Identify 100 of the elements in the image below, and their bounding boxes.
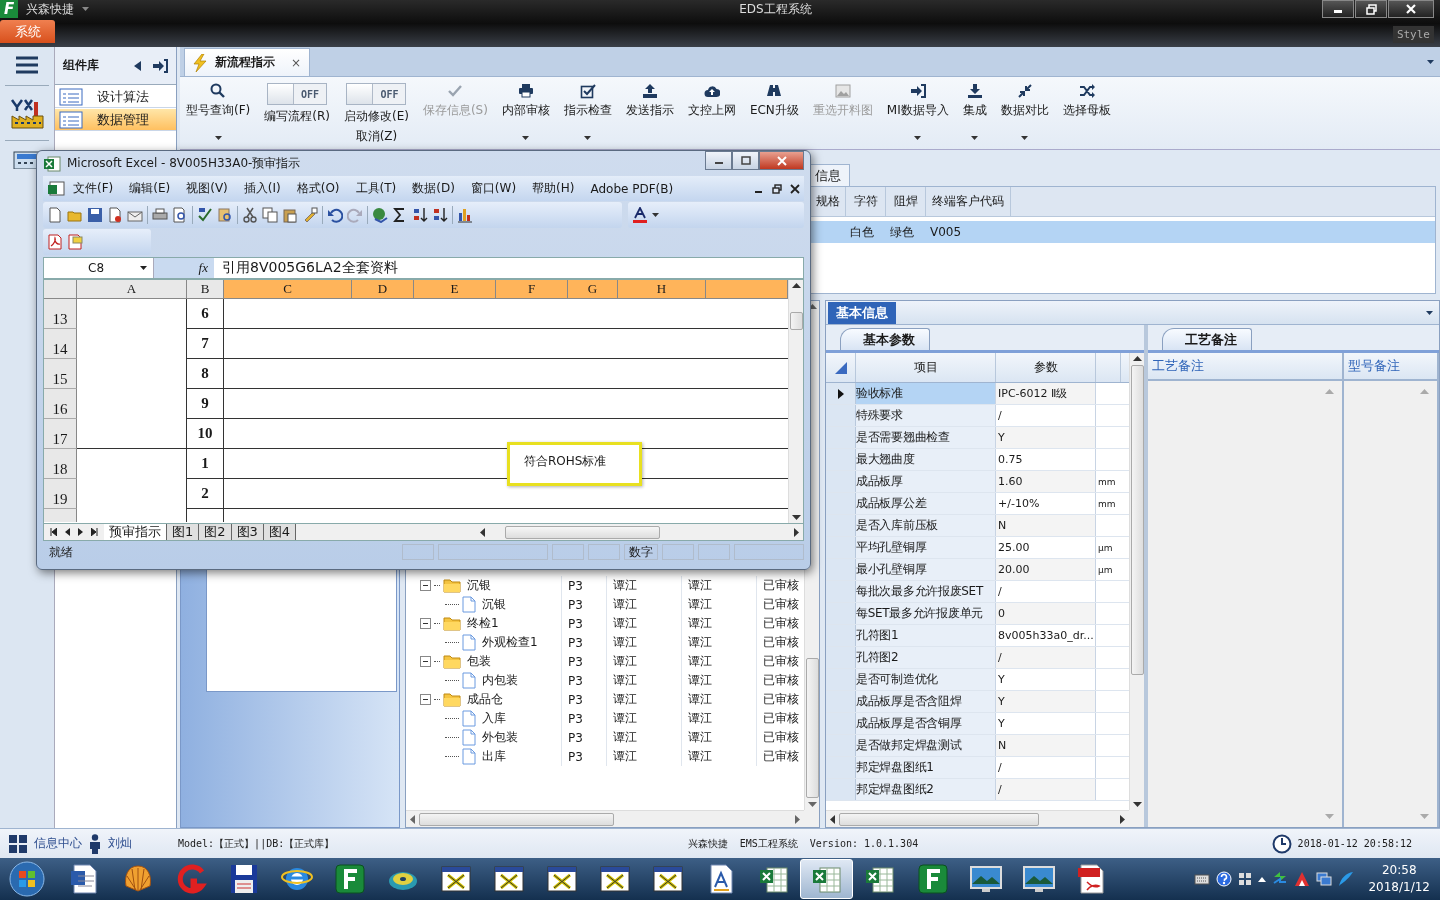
tray-app-icon[interactable]	[1294, 871, 1311, 887]
tree-item[interactable]: 入库	[482, 710, 506, 727]
ribbon-button[interactable]: 发送指示	[625, 83, 674, 119]
scroll-up-icon[interactable]	[791, 283, 801, 288]
toggle-switch[interactable]: OFF	[267, 83, 328, 105]
network-icon[interactable]	[1316, 872, 1333, 886]
new-file-icon[interactable]	[47, 207, 63, 223]
keyboard-icon[interactable]	[1194, 873, 1211, 885]
scroll-right-icon[interactable]	[795, 814, 800, 824]
pdf-convert-icon[interactable]	[47, 234, 63, 250]
close-button[interactable]	[1388, 0, 1434, 18]
taskbar-clock[interactable]: 20:58 2018/1/12	[1360, 862, 1438, 896]
font-color-icon[interactable]	[632, 207, 649, 223]
row-header[interactable]: 15	[44, 359, 77, 389]
menu-item[interactable]: 窗口(W)	[462, 180, 525, 197]
function-button[interactable]: fx	[154, 258, 214, 278]
scroll-up-icon[interactable]	[1132, 356, 1142, 361]
column-header[interactable]: G	[568, 280, 618, 299]
row-header[interactable]: 13	[44, 299, 77, 329]
menu-item[interactable]: Adobe PDF(B)	[582, 181, 682, 196]
scroll-left-icon[interactable]	[410, 814, 415, 824]
menu-item[interactable]: 文件(F)	[65, 180, 122, 197]
menu-item[interactable]: 数据(D)	[404, 180, 463, 197]
scroll-down-icon[interactable]	[791, 515, 801, 520]
spelling-icon[interactable]	[197, 207, 213, 223]
column-header[interactable]: D	[352, 280, 414, 299]
scroll-right-icon[interactable]	[794, 527, 799, 537]
section-tab[interactable]: 信息	[810, 164, 850, 186]
menu-icon[interactable]	[15, 55, 39, 75]
row-header[interactable]: 14	[44, 329, 77, 359]
tree-item[interactable]: 外包装	[482, 729, 518, 746]
scrollbar[interactable]	[1129, 353, 1144, 810]
tree-item[interactable]: 内包装	[482, 672, 518, 689]
scroll-down-icon[interactable]	[1132, 802, 1142, 807]
cut-icon[interactable]	[242, 207, 258, 223]
row-header[interactable]: 18	[44, 449, 77, 479]
column-header[interactable]: F	[496, 280, 568, 299]
collapse-left-icon[interactable]	[134, 60, 142, 71]
scrollbar[interactable]	[406, 810, 804, 827]
first-sheet-icon[interactable]	[50, 528, 57, 536]
scroll-right-icon[interactable]	[1120, 814, 1125, 824]
collapse-icon[interactable]	[420, 580, 431, 591]
hyperlink-icon[interactable]	[372, 207, 388, 223]
scrollbar-thumb[interactable]	[1130, 365, 1144, 675]
tree-item[interactable]: 外观检查1	[482, 634, 538, 651]
column-header[interactable]: E	[414, 280, 496, 299]
row-header[interactable]	[826, 383, 856, 404]
menu-item[interactable]: 工具(T)	[347, 180, 405, 197]
grid-icon[interactable]	[8, 833, 28, 854]
collapse-icon[interactable]	[420, 618, 431, 629]
previous-sheet-icon[interactable]	[65, 528, 70, 536]
ribbon-button[interactable]: MI数据导入	[886, 83, 949, 140]
section-tab[interactable]: 基本信息	[828, 301, 896, 324]
permission-icon[interactable]	[107, 207, 123, 223]
ribbon-button[interactable]: 文控上网	[687, 83, 736, 119]
scroll-left-icon[interactable]	[480, 527, 486, 537]
save-icon[interactable]	[87, 207, 103, 223]
tab-close-button[interactable]: ×	[291, 55, 302, 70]
ribbon-button[interactable]: 数据对比	[1000, 83, 1049, 140]
tree-item[interactable]: 终检1	[467, 615, 499, 632]
select-all-button[interactable]	[44, 280, 77, 299]
subpanel-tab[interactable]: 工艺备注	[1162, 328, 1252, 350]
copy-icon[interactable]	[262, 207, 278, 223]
sheet-tab[interactable]: 预审指示	[104, 524, 167, 540]
row-header[interactable]: 17	[44, 419, 77, 449]
scrollbar-thumb[interactable]	[419, 812, 614, 826]
help-icon[interactable]	[1216, 871, 1233, 887]
name-box[interactable]: C8	[88, 261, 104, 275]
chart-icon[interactable]	[457, 207, 473, 223]
sort-descending-icon[interactable]	[432, 207, 448, 223]
pdf-email-icon[interactable]	[67, 234, 83, 250]
maximize-button[interactable]	[732, 151, 759, 170]
menu-item[interactable]: 帮助(H)	[524, 180, 583, 197]
column-header[interactable]: B	[187, 280, 224, 299]
menu-item[interactable]: 插入(I)	[235, 180, 289, 197]
ribbon-button[interactable]: 指示检查	[563, 83, 612, 140]
ribbon-button[interactable]: 选择母板	[1062, 83, 1111, 119]
restore-icon[interactable]	[772, 183, 782, 194]
scroll-left-icon[interactable]	[830, 814, 835, 824]
column-header[interactable]: H	[618, 280, 706, 299]
ribbon-button[interactable]: 型号查询(F)	[186, 83, 251, 140]
scrollbar[interactable]	[826, 810, 1129, 827]
sheet-tab[interactable]: 图1	[167, 524, 200, 540]
minimize-button[interactable]	[1322, 0, 1354, 18]
table-row[interactable]: 白色 绿色 V005	[811, 221, 1435, 243]
format-painter-icon[interactable]	[302, 207, 318, 223]
tree-item[interactable]: 沉银	[482, 596, 506, 613]
subpanel-tab[interactable]: 基本参数	[840, 328, 930, 350]
scrollbar-thumb[interactable]	[505, 525, 661, 539]
collapse-icon[interactable]	[420, 694, 431, 705]
tree-item[interactable]: 沉银	[467, 577, 491, 594]
merged-cell[interactable]	[77, 419, 187, 449]
next-sheet-icon[interactable]	[78, 528, 83, 536]
menu-item[interactable]: 格式(O)	[288, 180, 348, 197]
research-icon[interactable]	[217, 207, 233, 223]
menu-item[interactable]: 编辑(E)	[121, 180, 179, 197]
sort-ascending-icon[interactable]	[412, 207, 428, 223]
menu-item[interactable]: 视图(V)	[178, 180, 236, 197]
component-item[interactable]: 设计算法	[55, 86, 176, 108]
scrollbar-thumb[interactable]	[839, 812, 1039, 826]
